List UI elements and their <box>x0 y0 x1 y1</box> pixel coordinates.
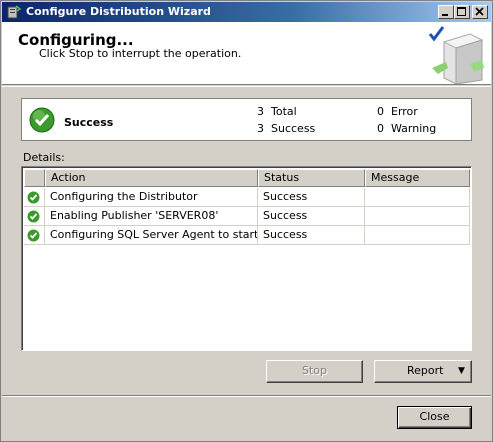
status-summary: Success 3 Total 3 Success 0 Error 0 Warn… <box>21 98 472 141</box>
column-header-message[interactable]: Message <box>365 169 470 187</box>
success-icon <box>27 229 40 242</box>
success-icon <box>27 191 40 204</box>
success-check-icon <box>29 107 55 133</box>
success-label: Success <box>271 122 316 135</box>
wizard-header: Configuring... Click Stop to interrupt t… <box>2 22 491 85</box>
dropdown-arrow-icon: ▼ <box>458 366 465 376</box>
total-count: 3 <box>257 105 264 118</box>
minimize-icon <box>442 14 448 16</box>
footer-divider <box>2 395 491 397</box>
report-label: Report <box>407 364 444 377</box>
row-action: Configuring SQL Server Agent to start a.… <box>45 226 258 245</box>
grid-header: Action Status Message <box>24 169 470 187</box>
total-label: Total <box>271 105 297 118</box>
row-action: Configuring the Distributor <box>45 188 258 207</box>
details-label: Details: <box>23 151 65 164</box>
error-count: 0 <box>377 105 384 118</box>
close-button[interactable]: Close <box>397 406 472 429</box>
row-message <box>365 188 470 207</box>
details-grid[interactable]: Action Status Message Configuring the Di… <box>21 166 472 351</box>
title-bar[interactable]: Configure Distribution Wizard <box>2 2 491 22</box>
window-title: Configure Distribution Wizard <box>26 5 211 18</box>
page-subtitle: Click Stop to interrupt the operation. <box>39 47 242 60</box>
table-row[interactable]: Configuring SQL Server Agent to start a.… <box>24 226 470 245</box>
maximize-icon <box>457 7 466 16</box>
table-row[interactable]: Enabling Publisher 'SERVER08' Success <box>24 207 470 226</box>
maximize-button[interactable] <box>454 5 470 19</box>
close-icon <box>475 7 484 16</box>
close-window-button[interactable] <box>472 5 488 19</box>
success-icon <box>27 210 40 223</box>
summary-status: Success <box>64 116 114 129</box>
row-status: Success <box>258 188 365 207</box>
row-action: Enabling Publisher 'SERVER08' <box>45 207 258 226</box>
row-status: Success <box>258 207 365 226</box>
header-divider <box>2 86 491 87</box>
column-header-action[interactable]: Action <box>45 169 258 187</box>
wizard-app-icon <box>7 5 22 19</box>
row-message <box>365 207 470 226</box>
report-button[interactable]: Report ▼ <box>374 360 472 383</box>
minimize-button[interactable] <box>438 5 454 19</box>
error-label: Error <box>391 105 418 118</box>
wizard-window: Configure Distribution Wizard Configurin… <box>0 0 493 442</box>
stop-button[interactable]: Stop <box>266 360 363 383</box>
success-count: 3 <box>257 122 264 135</box>
table-row[interactable]: Configuring the Distributor Success <box>24 188 470 207</box>
column-header-status[interactable]: Status <box>258 169 365 187</box>
warning-count: 0 <box>377 122 384 135</box>
column-header-icon[interactable] <box>24 169 45 187</box>
server-checkmark-graphic <box>428 26 484 84</box>
row-message <box>365 226 470 245</box>
warning-label: Warning <box>391 122 437 135</box>
row-status: Success <box>258 226 365 245</box>
